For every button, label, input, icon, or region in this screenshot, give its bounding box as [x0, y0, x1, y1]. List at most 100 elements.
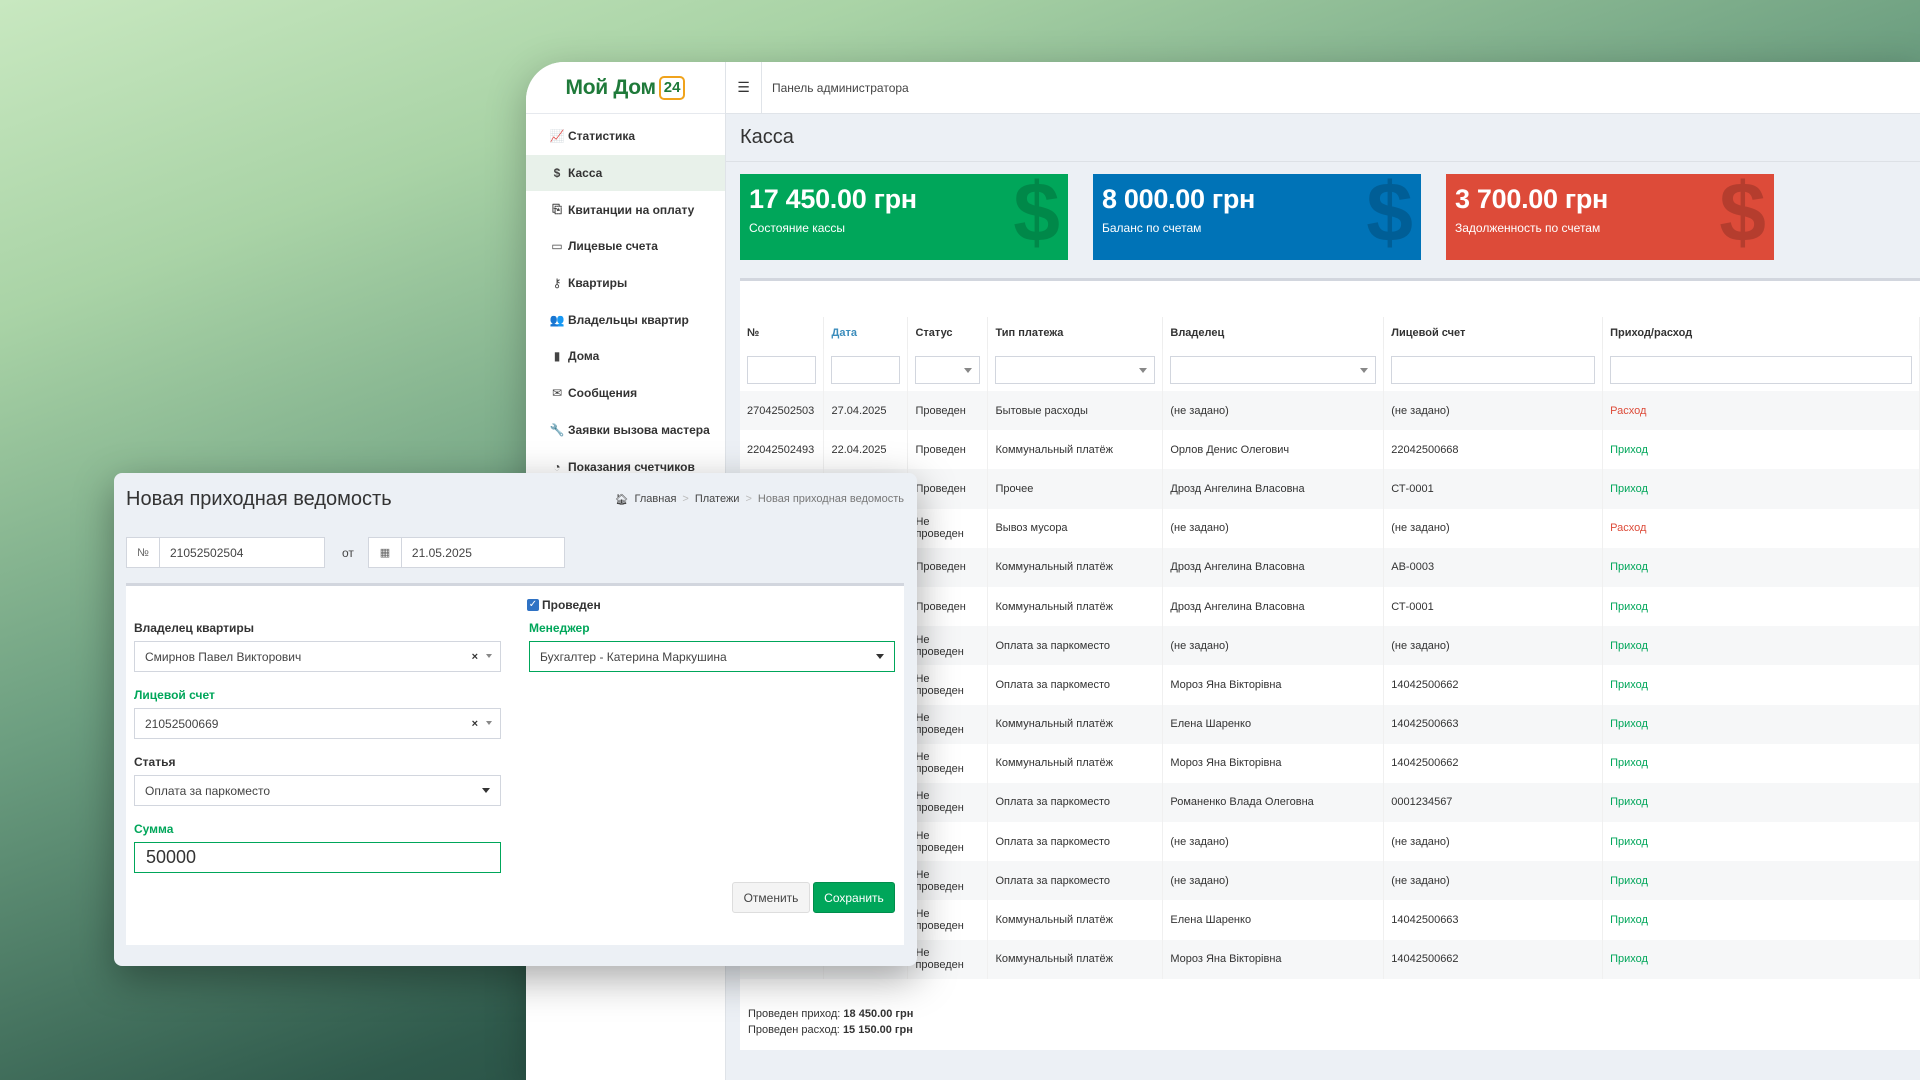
manager-select[interactable]: Бухгалтер - Катерина Маркушина [529, 641, 895, 672]
table-cell: 22042502493 [740, 430, 825, 470]
table-cell: 14042500662 [1383, 665, 1604, 705]
sidebar-item[interactable]: ⎘ Квитанции на оплату [526, 191, 725, 228]
column-header[interactable]: № [740, 317, 825, 349]
clear-icon[interactable]: × [472, 718, 478, 730]
table-cell: (не задано) [1162, 508, 1385, 548]
table-cell: Приход [1602, 704, 1920, 744]
account-select[interactable]: 21052500669 × [134, 708, 501, 739]
table-cell: Приход [1602, 430, 1920, 470]
logo[interactable]: Мой Дом 24 [526, 62, 725, 114]
breadcrumb-separator: > [682, 493, 689, 505]
users-icon: 👥 [549, 312, 565, 327]
checkbox-checked-icon[interactable]: ✓ [527, 599, 539, 611]
filter-select[interactable] [1170, 356, 1377, 384]
card-icon: ▭ [551, 239, 563, 254]
sidebar-item[interactable]: 👥 Владельцы квартир [526, 301, 725, 338]
table-cell: Орлов Денис Олегович [1162, 430, 1385, 470]
sidebar-item[interactable]: ⚷ Квартиры [526, 265, 725, 302]
filter-input[interactable] [831, 356, 901, 384]
stat-card: 17 450.00 грн Состояние кассы $ [740, 174, 1068, 260]
sidebar-item-label: Показания счетчиков [568, 459, 695, 474]
document-number-input[interactable]: 21052502504 [160, 537, 325, 568]
table-cell: СТ-0001 [1383, 586, 1604, 627]
cash-table: № Дата Статус Тип платежа Владелец Лицевой сч… [740, 317, 1920, 979]
clear-icon[interactable]: × [472, 651, 478, 663]
breadcrumb-separator: > [745, 493, 752, 505]
column-header[interactable]: Статус [907, 317, 989, 349]
table-cell: Елена Шаренко [1162, 900, 1385, 940]
document-row: № 21052502504 от ▦ 21.05.2025 [126, 537, 565, 568]
table-cell: Мороз Яна Вікторівна [1162, 665, 1385, 705]
article-select[interactable]: Оплата за паркоместо [134, 775, 501, 806]
table-cell: Проведен [907, 430, 989, 470]
table-cell: Проведен [907, 547, 989, 587]
table-cell: 14042500663 [1383, 900, 1604, 940]
filter-cell [1383, 349, 1604, 391]
sidebar-item[interactable]: 📈 Статистика [526, 118, 725, 155]
stats-row: 17 450.00 грн Состояние кассы $ 8 000.00 гр… [740, 174, 1774, 260]
column-header[interactable]: Владелец [1162, 317, 1385, 349]
article-label: Статья [134, 755, 176, 769]
hamburger-menu-icon[interactable]: ☰ [726, 62, 762, 114]
sidebar-item-label: Владельцы квартир [568, 312, 689, 327]
chevron-down-icon [876, 654, 884, 659]
column-header[interactable]: Дата [823, 317, 909, 349]
sum-label: Сумма [134, 822, 174, 836]
table-cell: Коммунальный платёж [987, 743, 1164, 783]
account-value: 21052500669 [145, 716, 219, 731]
breadcrumb-payments[interactable]: Платежи [695, 493, 740, 505]
filter-cell [1602, 349, 1920, 391]
from-label: от [342, 545, 354, 560]
table-cell: Приход [1602, 939, 1920, 979]
table-cell: Не проведен [907, 508, 989, 548]
table-row[interactable]: 27042502503 27.04.2025 Проведен Бытовые рас… [740, 391, 1920, 431]
calendar-icon[interactable]: ▦ [367, 537, 402, 568]
table-cell: Оплата за паркоместо [987, 861, 1164, 901]
owner-value: Смирнов Павел Викторович [145, 649, 302, 664]
filter-input[interactable] [1610, 356, 1912, 384]
table-cell: 0001234567 [1383, 782, 1604, 823]
save-button[interactable]: Сохранить [813, 882, 895, 913]
column-header[interactable]: Тип платежа [987, 317, 1164, 349]
sidebar-item[interactable]: $ Касса [526, 154, 725, 192]
sidebar-item-label: Лицевые счета [568, 239, 658, 254]
table-cell: 22042500668 [1383, 430, 1604, 470]
table-cell: Не проведен [907, 743, 989, 783]
expense-total-label: Проведен расход: [748, 1024, 840, 1036]
table-cell: 22.04.2025 [823, 430, 909, 470]
column-header[interactable]: Приход/расход [1602, 317, 1920, 349]
table-cell: Коммунальный платёж [987, 704, 1164, 744]
sidebar-item[interactable]: ✉ Сообщения [526, 375, 725, 412]
table-cell: СТ-0001 [1383, 469, 1604, 509]
owner-select[interactable]: Смирнов Павел Викторович × [134, 641, 501, 672]
sidebar-item[interactable]: ▭ Лицевые счета [526, 228, 725, 265]
cancel-button[interactable]: Отменить [732, 882, 810, 913]
table-cell: Приход [1602, 822, 1920, 862]
filter-input[interactable] [1391, 356, 1596, 384]
filter-select[interactable] [915, 356, 981, 384]
table-cell: Приход [1602, 743, 1920, 783]
table-cell: 14042500663 [1383, 704, 1604, 744]
table-cell: Не проведен [907, 822, 989, 862]
modal-form: ✓ Проведен Владелец квартиры Смирнов Пав… [126, 583, 904, 945]
table-cell: АВ-0003 [1383, 547, 1604, 587]
key-icon: ⚷ [552, 276, 562, 291]
sum-input[interactable]: 50000 [134, 842, 501, 873]
table-cell: Прочее [987, 469, 1164, 509]
table-row[interactable]: 22042502493 22.04.2025 Проведен Коммунальны… [740, 430, 1920, 470]
filter-input[interactable] [747, 356, 817, 384]
sidebar-item[interactable]: ▮ Дома [526, 338, 725, 375]
breadcrumb-home[interactable]: Главная [635, 493, 677, 505]
stat-card: 8 000.00 грн Баланс по счетам $ [1093, 174, 1421, 260]
filter-select[interactable] [995, 356, 1156, 384]
document-date-input[interactable]: 21.05.2025 [401, 537, 565, 568]
modal-header: Новая приходная ведомость 🏠︎ Главная > П… [114, 473, 917, 525]
column-header[interactable]: Лицевой счет [1383, 317, 1604, 349]
chevron-down-icon [486, 654, 492, 658]
table-cell: Приход [1602, 547, 1920, 587]
table-cell: 27042502503 [740, 391, 825, 431]
table-cell: Приход [1602, 861, 1920, 901]
expense-total-value: 15 150.00 грн [842, 1024, 913, 1036]
posted-checkbox[interactable]: ✓ Проведен [527, 598, 601, 612]
sidebar-item[interactable]: 🔧 Заявки вызова мастера [526, 412, 725, 449]
